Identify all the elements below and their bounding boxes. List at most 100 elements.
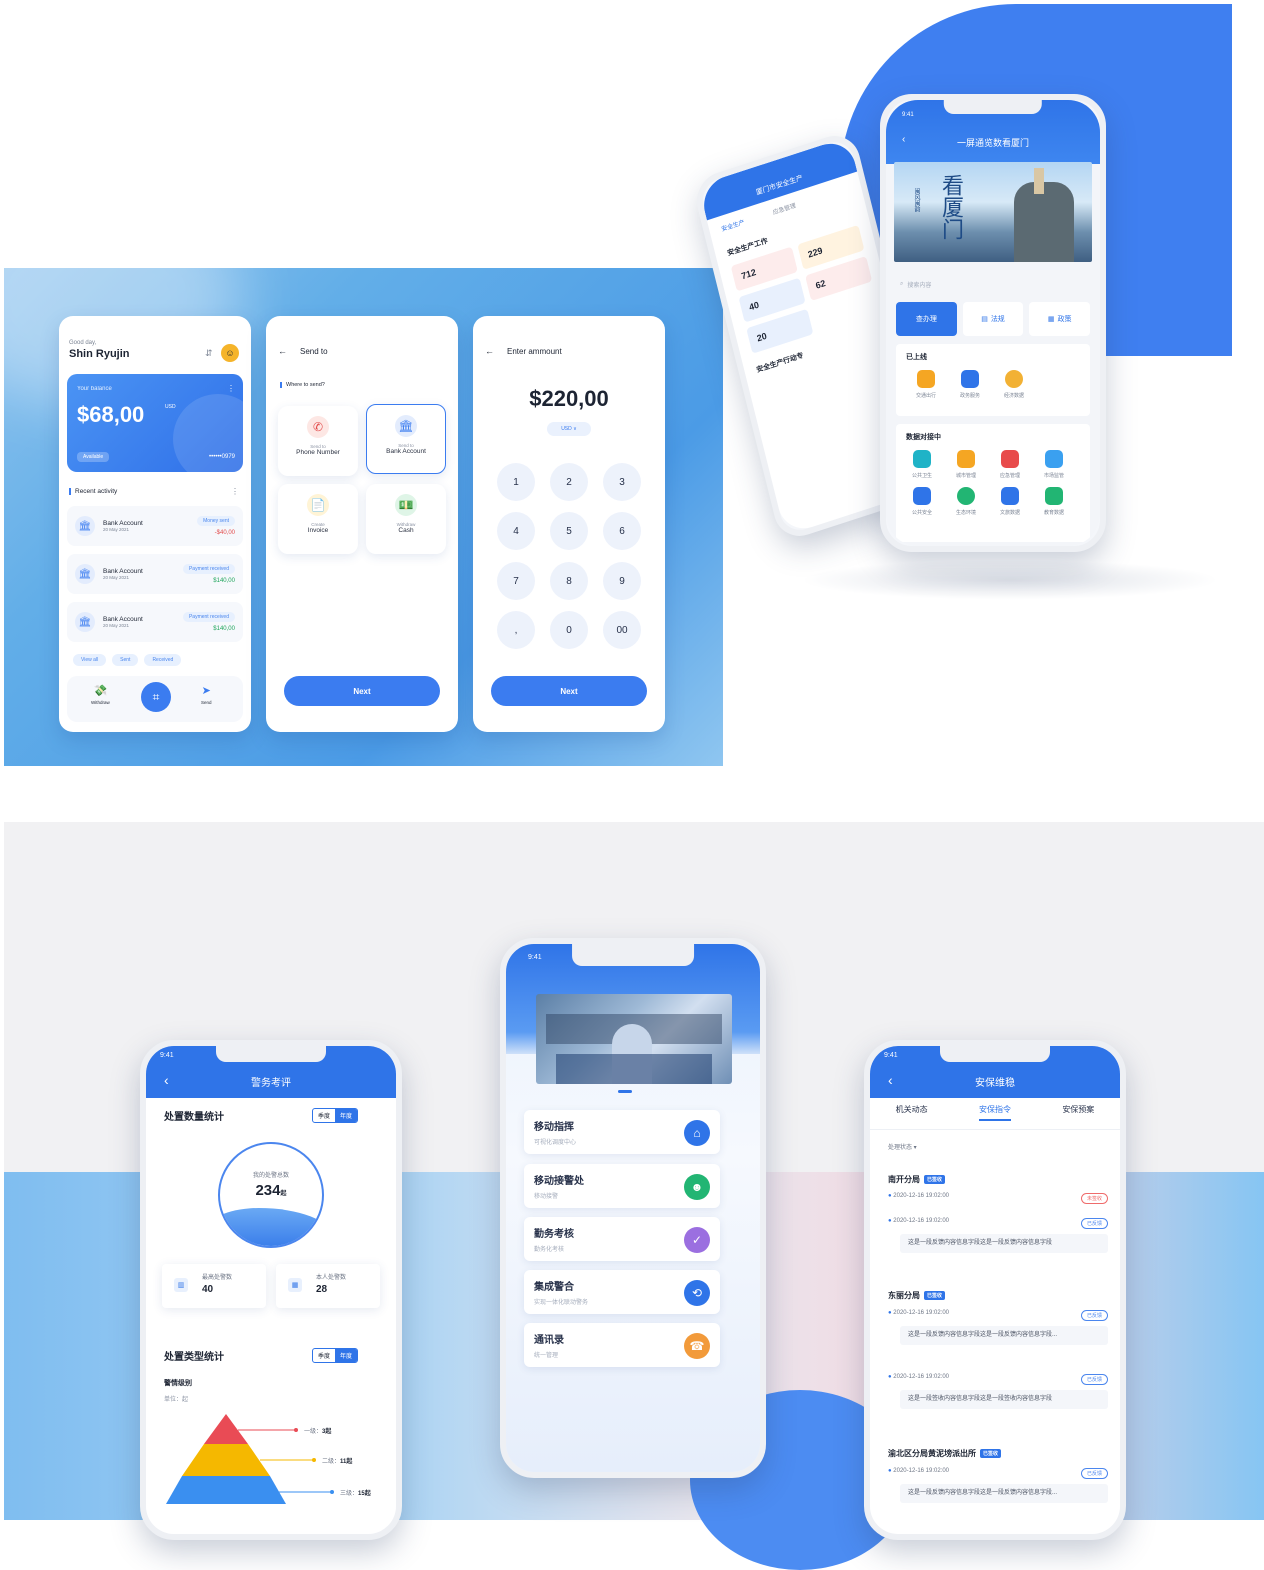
filter-sent[interactable]: Sent [112, 654, 139, 666]
key-8[interactable]: 8 [550, 562, 588, 600]
key-9[interactable]: 9 [603, 562, 641, 600]
next-button[interactable]: Next [284, 676, 440, 706]
key-7[interactable]: 7 [497, 562, 535, 600]
key-6[interactable]: 6 [603, 512, 641, 550]
stat-card-max[interactable]: ▥ 最高处警数 40 [162, 1264, 266, 1308]
activity-row[interactable]: 🏛 Bank Account 20 May 2021 Payment recei… [67, 602, 243, 642]
app-environment[interactable]: 生态环境 [944, 487, 988, 516]
status-filter[interactable]: 处理状态 ▾ [888, 1142, 917, 1151]
wallet-home-screen: Good day, Shin Ryujin ⇵ ☺ Your balance $… [59, 316, 251, 732]
nav-withdraw[interactable]: 💸 Withdraw [91, 684, 110, 705]
app-safety[interactable]: 公共安全 [900, 487, 944, 516]
key-0[interactable]: 0 [550, 611, 588, 649]
alert-icon [1001, 450, 1019, 468]
connecting-apps: 公共卫生 城市管理 应急管理 市场监管 公共安全 生态环境 文旅数据 教育数据 [896, 450, 1090, 516]
banner-photo[interactable] [536, 994, 732, 1084]
activity-menu-icon[interactable]: ⋮ [231, 487, 239, 496]
stat-card-mine[interactable]: ▦ 本人处警数 28 [276, 1264, 380, 1308]
option-bank-account[interactable]: 🏛 Send to Bank Account [366, 404, 446, 474]
toggle-year[interactable]: 年度 [335, 1349, 358, 1362]
screen-title: Send to [300, 347, 328, 356]
app-label: 交通出行 [915, 393, 936, 399]
next-button[interactable]: Next [491, 676, 647, 706]
doc-icon: ▤ [981, 316, 988, 323]
activity-row[interactable]: 🏛 Bank Account 20 May 2021 Money sent -$… [67, 506, 243, 546]
bus-icon [917, 370, 935, 388]
currency-selector[interactable]: USD ∨ [547, 422, 591, 436]
avatar[interactable]: ☺ [221, 344, 239, 362]
timeline-entry[interactable]: ● 2020-12-16 19:02:00 已反馈 [888, 1310, 1108, 1321]
back-arrow-icon[interactable]: ← [485, 346, 494, 356]
timeline-entry[interactable]: ● 2020-12-16 19:02:00 已反馈 [888, 1218, 1108, 1229]
tab-agency-news[interactable]: 机关动态 [896, 1104, 928, 1121]
app-education[interactable]: 教育数据 [1032, 487, 1076, 516]
option-phone-number[interactable]: ✆ Send to Phone Number [278, 406, 358, 476]
back-arrow-icon[interactable]: ← [278, 346, 287, 356]
toggle-year[interactable]: 年度 [335, 1109, 358, 1122]
search-bar[interactable]: ⌕ 搜索内容 [900, 276, 1086, 292]
nav-send[interactable]: ➤ Send [201, 684, 212, 705]
activity-row[interactable]: 🏛 Bank Account 20 May 2021 Payment recei… [67, 554, 243, 594]
filter-received[interactable]: Received [144, 654, 182, 666]
toggle-quarter[interactable]: 季度 [313, 1349, 335, 1362]
menu-mobile-dispatch[interactable]: 移动接警处 移动接警 ☻ [524, 1164, 720, 1208]
circle-label: 我的处警总数 [252, 1173, 289, 1179]
key-00[interactable]: 00 [603, 611, 641, 649]
tab-policy[interactable]: ▦ 政策 [1029, 302, 1091, 336]
timeline-entry[interactable]: ● 2020-12-16 19:02:00 已反馈 [888, 1374, 1108, 1385]
key-2[interactable]: 2 [550, 463, 588, 501]
app-emergency[interactable]: 应急管理 [988, 450, 1032, 479]
scan-qr-button[interactable]: ⌗ [141, 682, 171, 712]
recent-activity-title: Recent activity [69, 488, 117, 495]
key-comma[interactable]: , [497, 611, 535, 649]
pyramid-level-1[interactable] [204, 1414, 248, 1444]
menu-mobile-command[interactable]: 移动指挥 可视化调度中心 ⌂ [524, 1110, 720, 1154]
tab-handle[interactable]: 查办理 [896, 302, 957, 336]
level-label-3: 三级：15起 [340, 1491, 371, 1497]
level-value: 11起 [340, 1459, 353, 1465]
filter-view-all[interactable]: View all [73, 654, 107, 666]
key-5[interactable]: 5 [550, 512, 588, 550]
carousel-indicator[interactable] [618, 1090, 632, 1093]
tab-emergency[interactable]: 应急管理 [772, 200, 796, 216]
app-economy[interactable]: 经济数据 [992, 370, 1036, 399]
phone-notch [216, 1046, 326, 1062]
app-health[interactable]: 公共卫生 [900, 450, 944, 479]
tab-security-plans[interactable]: 安保预案 [1062, 1104, 1094, 1121]
option-cash[interactable]: 💵 Withdraw Cash [366, 484, 446, 554]
app-label: 应急管理 [999, 473, 1020, 479]
app-label: 城市管理 [955, 473, 976, 479]
key-1[interactable]: 1 [497, 463, 535, 501]
app-label: 文旅数据 [999, 510, 1020, 516]
app-tourism[interactable]: 文旅数据 [988, 487, 1032, 516]
tab-regulations[interactable]: ▤ 法规 [962, 302, 1024, 336]
balance-card[interactable]: Your balance $68,00 USD ⋮ Available ••••… [67, 374, 243, 472]
app-traffic[interactable]: 交通出行 [904, 370, 948, 399]
menu-duty-assessment[interactable]: 勤务考核 勤务化考核 ✓ [524, 1217, 720, 1261]
app-city[interactable]: 城市管理 [944, 450, 988, 479]
status-time: 9:41 [528, 954, 542, 961]
tab-bar: 机关动态 安保指令 安保预案 [870, 1104, 1120, 1130]
key-4[interactable]: 4 [497, 512, 535, 550]
pyramid-level-2[interactable] [182, 1444, 270, 1476]
timeline-entry[interactable]: ● 2020-12-16 19:02:00 未签收 [888, 1193, 1108, 1204]
app-market[interactable]: 市场监管 [1032, 450, 1076, 479]
timeline-entry[interactable]: ● 2020-12-16 19:02:00 已反馈 [888, 1468, 1108, 1479]
key-3[interactable]: 3 [603, 463, 641, 501]
nav-withdraw-label: Withdraw [91, 700, 110, 705]
bank-icon: 🏛 [75, 516, 95, 536]
card-menu-icon[interactable]: ⋮ [227, 384, 235, 393]
menu-integration[interactable]: 集成警合 实现一体化联动警务 ⟲ [524, 1270, 720, 1314]
shield-check-icon [913, 487, 931, 505]
menu-contacts[interactable]: 通讯录 统一管理 ☎ [524, 1323, 720, 1367]
toggle-quarter[interactable]: 季度 [313, 1109, 335, 1122]
tab-safety[interactable]: 安全生产 [720, 217, 745, 233]
app-gov-service[interactable]: 政务服务 [948, 370, 992, 399]
banner-image[interactable]: 看厦门 闽风闽韵 [894, 162, 1092, 262]
notification-icon[interactable]: ⇵ [205, 348, 213, 359]
option-invoice[interactable]: 📄 Create Invoice [278, 484, 358, 554]
tab-label: 政策 [1057, 316, 1072, 323]
tab-security-orders[interactable]: 安保指令 [978, 1104, 1011, 1121]
level-name: 一级 [304, 1429, 317, 1435]
pyramid-level-3[interactable] [166, 1476, 286, 1504]
